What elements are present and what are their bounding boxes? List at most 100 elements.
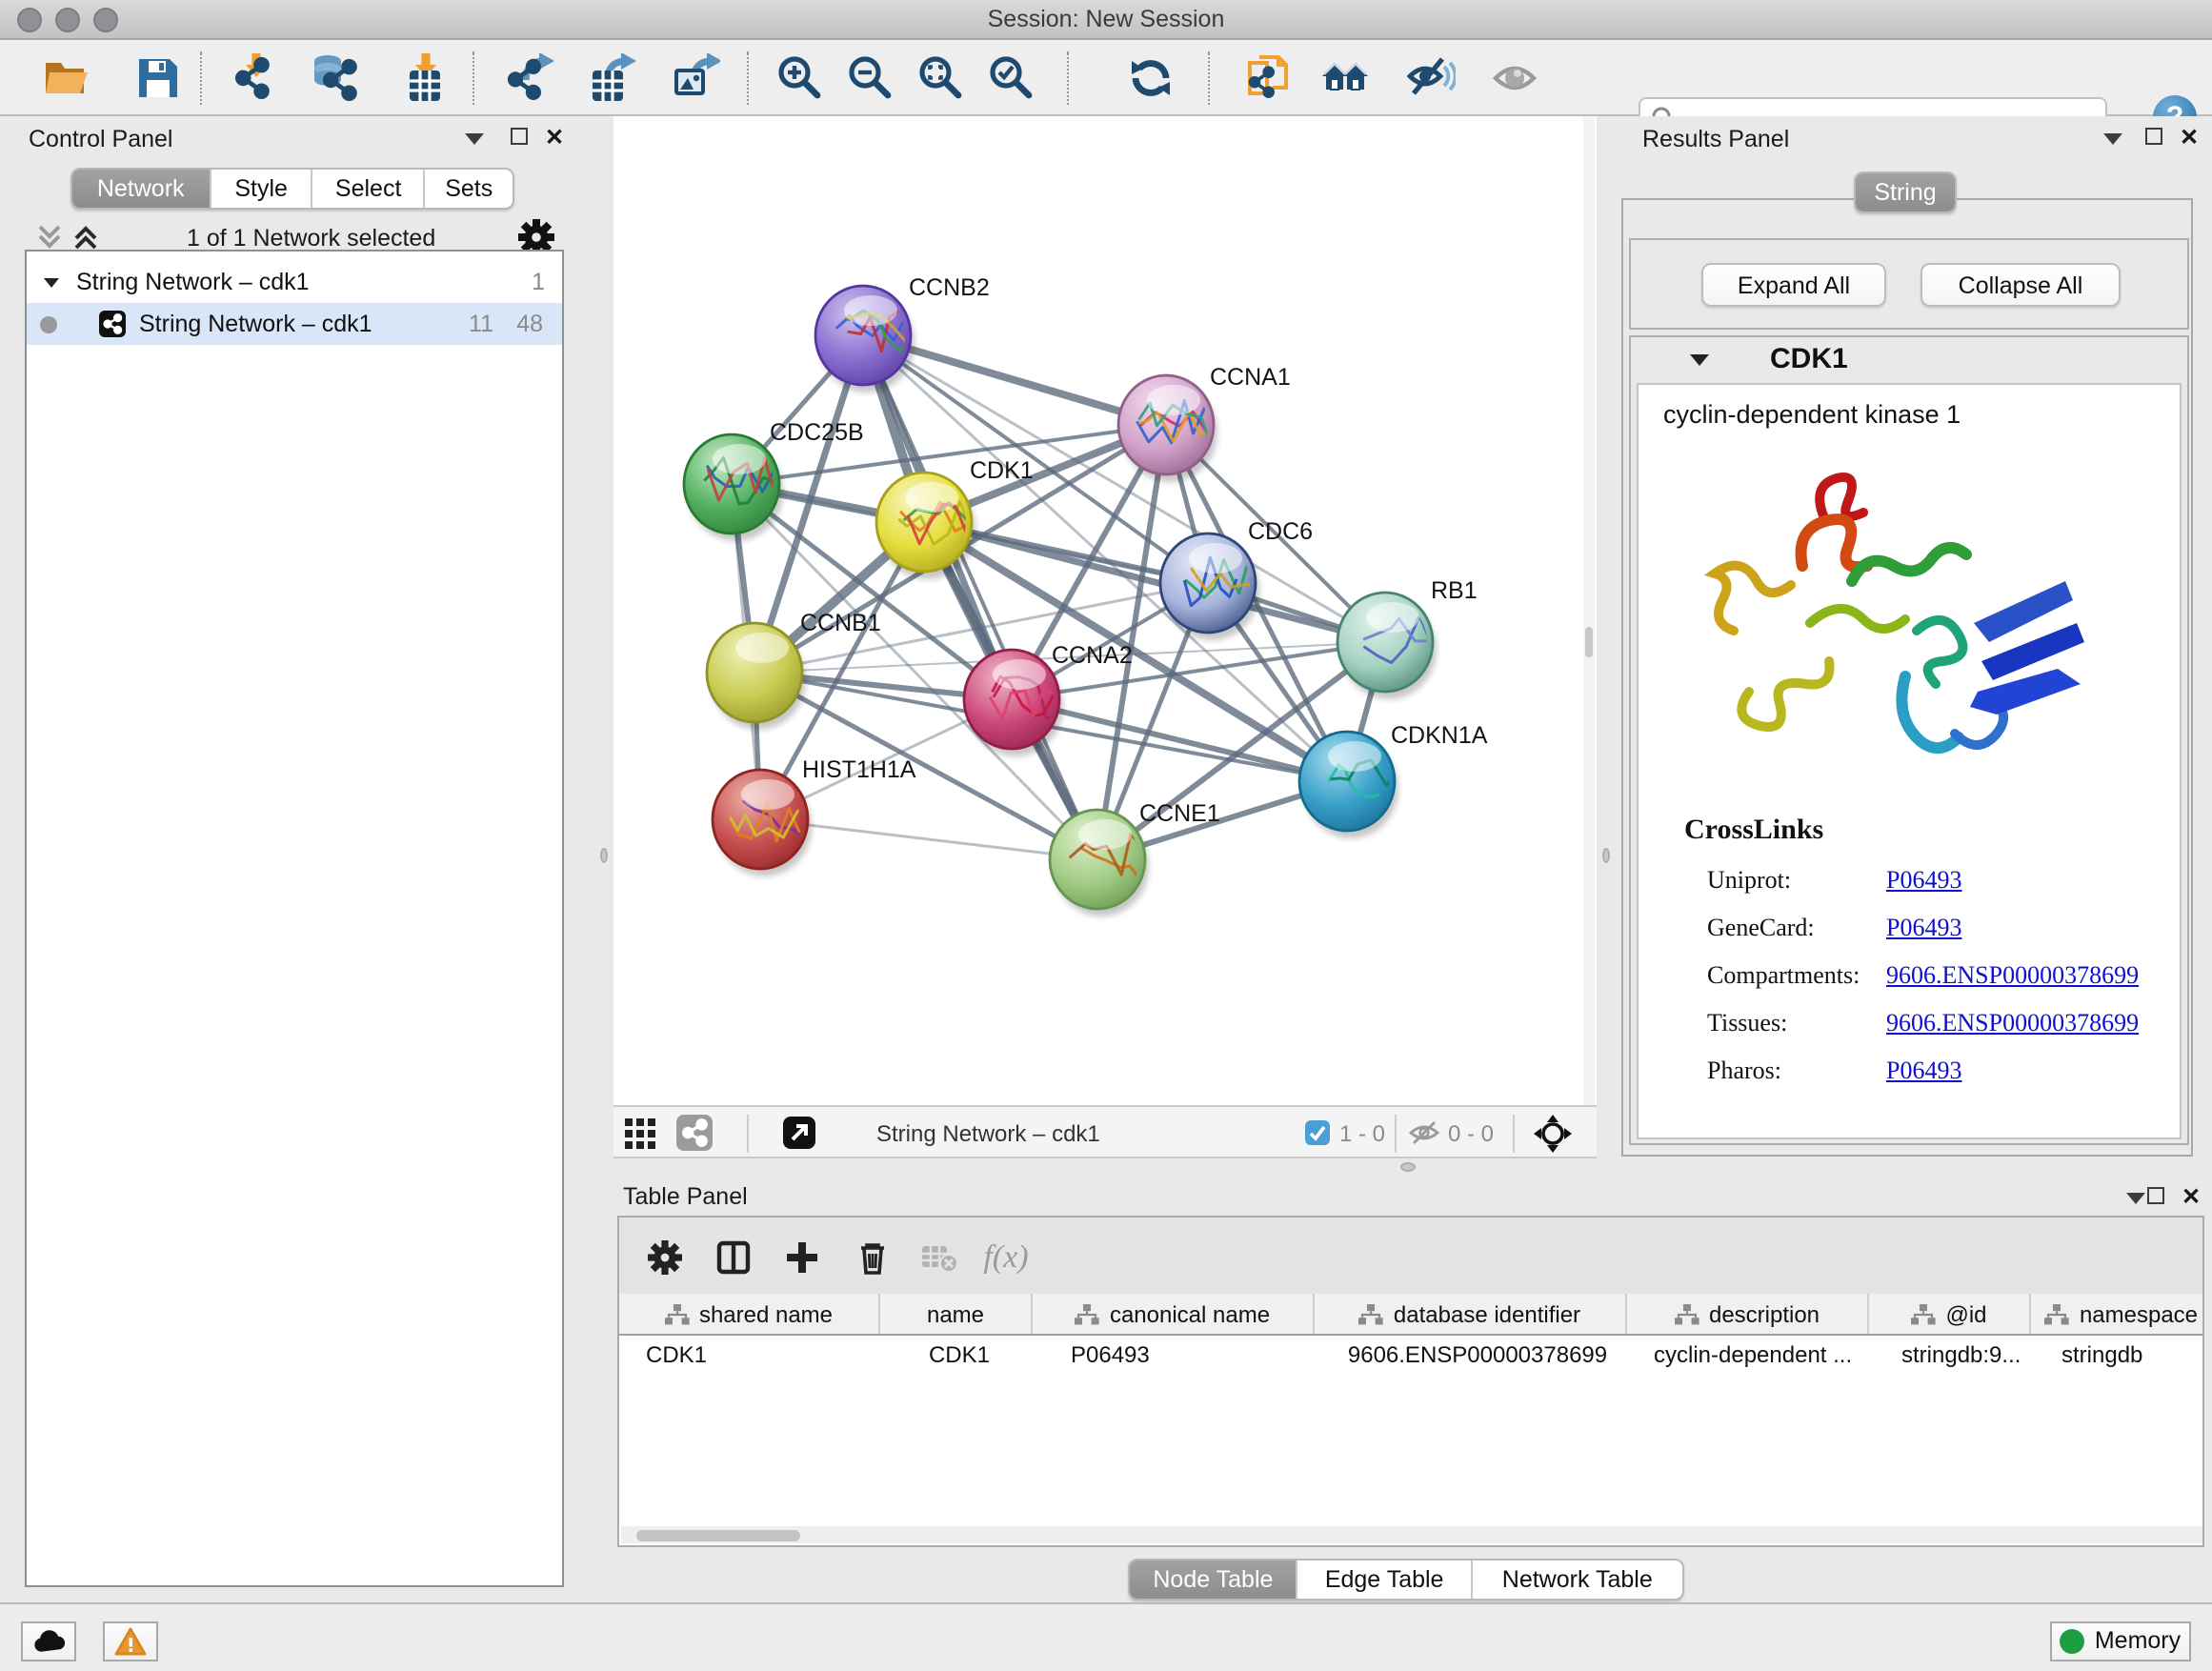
node-CCNA2[interactable] [964, 650, 1059, 749]
control-panel-close-icon[interactable]: ✕ [545, 128, 564, 147]
tab-network[interactable]: Network [72, 170, 211, 208]
column-header-sharedname[interactable]: shared name [619, 1294, 880, 1334]
node-CCNB1[interactable] [707, 623, 802, 722]
fit-selected-crosshair-icon[interactable] [1534, 1115, 1572, 1153]
refresh-icon[interactable] [1122, 50, 1179, 107]
network-collection-row[interactable]: String Network – cdk1 1 [27, 261, 562, 303]
table-row[interactable]: CDK1CDK1P064939606.ENSP00000378699cyclin… [619, 1336, 2202, 1374]
table-panel-float-icon[interactable] [2147, 1187, 2164, 1204]
results-panel-float-icon[interactable] [2145, 128, 2162, 145]
table-cell[interactable]: cyclin-dependent ... [1635, 1336, 1879, 1374]
column-header-@id[interactable]: @id [1869, 1294, 2031, 1334]
column-header-databaseidentifier[interactable]: database identifier [1315, 1294, 1627, 1334]
memory-button[interactable]: Memory [2050, 1621, 2191, 1661]
column-header-description[interactable]: description [1627, 1294, 1869, 1334]
table-hscrollbar-thumb[interactable] [636, 1529, 800, 1540]
collapse-all-button[interactable]: Collapse All [1920, 263, 2121, 307]
expand-all-icon[interactable] [72, 223, 99, 252]
node-label-CDC6: CDC6 [1248, 518, 1313, 545]
tab-style[interactable]: Style [211, 170, 313, 208]
node-label-CDK1: CDK1 [970, 457, 1034, 484]
cloud-status-button[interactable] [21, 1621, 76, 1661]
zoom-selected-icon[interactable] [983, 50, 1040, 107]
table-panel-menu-icon[interactable] [2126, 1193, 2145, 1204]
node-label-CCNE1: CCNE1 [1139, 800, 1220, 827]
node-label-CCNA2: CCNA2 [1052, 642, 1133, 669]
tab-network-table[interactable]: Network Table [1473, 1560, 1682, 1599]
results-panel-menu-icon[interactable] [2103, 133, 2122, 145]
table-toolbar: f(x) [619, 1218, 2202, 1294]
table-cell[interactable]: 9606.ENSP00000378699 [1320, 1336, 1635, 1374]
export-table-icon[interactable] [583, 50, 640, 107]
crosslink-value-link[interactable]: P06493 [1886, 864, 1961, 893]
table-hscrollbar[interactable] [621, 1526, 2204, 1543]
gear-icon[interactable] [644, 1237, 686, 1278]
selected-nodes-checkbox[interactable] [1305, 1120, 1330, 1145]
column-header-namespace[interactable]: namespace [2031, 1294, 2202, 1334]
hide-selected-icon[interactable] [1402, 50, 1459, 107]
tab-sets[interactable]: Sets [425, 170, 513, 208]
show-all-icon[interactable] [1488, 50, 1545, 107]
right-splitter-handle[interactable] [1602, 848, 1610, 863]
tab-string[interactable]: String [1856, 173, 1955, 211]
zoom-in-icon[interactable] [772, 50, 829, 107]
open-folder-icon[interactable] [38, 50, 95, 107]
collection-expand-icon[interactable] [44, 277, 59, 287]
control-panel-float-icon[interactable] [511, 128, 528, 145]
birds-eye-view-icon[interactable] [783, 1117, 815, 1149]
node-CCNA1[interactable] [1118, 375, 1214, 474]
crosslink-value-link[interactable]: 9606.ENSP00000378699 [1886, 1007, 2139, 1036]
results-panel-close-icon[interactable]: ✕ [2180, 128, 2199, 147]
tab-node-table[interactable]: Node Table [1130, 1560, 1298, 1599]
node-CDKN1A[interactable] [1299, 732, 1397, 831]
right-splitter[interactable] [1597, 116, 1619, 1158]
import-database-icon[interactable] [307, 50, 364, 107]
table-cell[interactable]: CDK1 [619, 1336, 882, 1374]
column-header-canonicalname[interactable]: canonical name [1033, 1294, 1315, 1334]
tab-edge-table[interactable]: Edge Table [1298, 1560, 1473, 1599]
export-network-icon[interactable] [503, 50, 560, 107]
control-panel-menu-icon[interactable] [465, 133, 484, 145]
node-CDC25B[interactable] [684, 434, 779, 534]
network-graph[interactable]: CCNB2CCNA1CDC25BCDK1CDC6RB1CCNB1CCNA2CDK… [613, 116, 1597, 1105]
delete-column-icon[interactable] [852, 1237, 894, 1278]
crosslink-value-link[interactable]: P06493 [1886, 1055, 1961, 1083]
canvas-vscrollbar-thumb[interactable] [1585, 627, 1593, 657]
collapse-all-icon[interactable] [36, 223, 63, 252]
add-column-icon[interactable] [781, 1237, 823, 1278]
gene-detail-box: cyclin-dependent kinase 1 CrossLinks Uni… [1637, 383, 2182, 1139]
export-image-icon[interactable] [667, 50, 724, 107]
table-cell[interactable]: P06493 [1036, 1336, 1320, 1374]
node-CDC6[interactable] [1160, 534, 1269, 633]
crosslink-value-link[interactable]: P06493 [1886, 912, 1961, 940]
import-network-icon[interactable] [231, 50, 288, 107]
crosslink-value-link[interactable]: 9606.ENSP00000378699 [1886, 959, 2139, 988]
horizontal-splitter-handle[interactable] [1400, 1162, 1416, 1172]
network-row-selected[interactable]: String Network – cdk1 11 48 [27, 303, 562, 345]
gene-collapse-icon[interactable] [1690, 354, 1709, 366]
columns-icon[interactable] [713, 1237, 754, 1278]
left-splitter-handle[interactable] [599, 848, 607, 863]
zoom-out-icon[interactable] [842, 50, 899, 107]
warning-status-button[interactable] [103, 1621, 158, 1661]
table-panel-close-icon[interactable]: ✕ [2182, 1187, 2201, 1206]
home-icon[interactable] [1317, 50, 1374, 107]
table-tabs: Node Table Edge Table Network Table [1128, 1559, 1684, 1601]
grid-view-icon[interactable] [623, 1117, 657, 1151]
table-cell[interactable]: CDK1 [882, 1336, 1036, 1374]
zoom-fit-icon[interactable] [913, 50, 970, 107]
table-cell[interactable]: stringdb:9... [1879, 1336, 2042, 1374]
tab-select[interactable]: Select [313, 170, 426, 208]
column-header-name[interactable]: name [880, 1294, 1033, 1334]
left-splitter[interactable] [596, 116, 613, 1602]
node-HIST1H1A[interactable] [713, 770, 810, 869]
expand-all-button[interactable]: Expand All [1701, 263, 1886, 307]
table-panel-title: Table Panel [623, 1183, 748, 1210]
save-icon[interactable] [130, 50, 187, 107]
network-canvas[interactable]: CCNB2CCNA1CDC25BCDK1CDC6RB1CCNB1CCNA2CDK… [613, 116, 1597, 1158]
table-cell[interactable]: stringdb [2042, 1336, 2202, 1374]
canvas-vscrollbar[interactable] [1583, 116, 1595, 1105]
network-from-file-icon[interactable] [1240, 50, 1297, 107]
import-table-icon[interactable] [398, 50, 455, 107]
network-view-share-icon[interactable] [676, 1115, 713, 1151]
